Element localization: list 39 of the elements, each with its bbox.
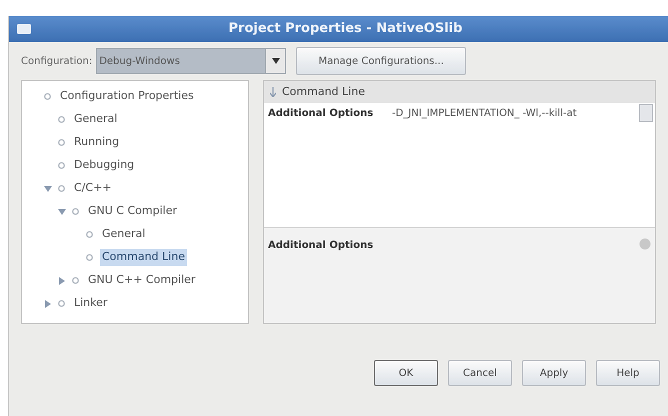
description-title: Additional Options <box>268 239 374 253</box>
configuration-dropdown[interactable]: Debug-Windows <box>96 48 286 74</box>
dropdown-arrow-icon <box>272 58 280 64</box>
node-bullet-icon <box>86 231 93 238</box>
dialog-button[interactable]: Apply <box>522 360 586 386</box>
tree-item[interactable]: GNU C++ Compiler <box>86 272 198 289</box>
node-bullet-icon <box>86 254 93 261</box>
tree-item[interactable]: General <box>72 111 120 128</box>
node-bullet-icon <box>58 139 65 146</box>
node-bullet-icon <box>72 277 79 284</box>
collapsed-triangle-icon[interactable] <box>44 300 52 308</box>
tree-item[interactable]: Linker <box>72 295 110 312</box>
node-bullet-icon <box>44 93 51 100</box>
dialog-button[interactable]: Help <box>596 360 660 386</box>
collapse-arrow-icon[interactable] <box>270 87 276 97</box>
window-title: Project Properties - NativeOSlib <box>228 20 464 38</box>
configuration-label: Configuration: <box>21 54 92 68</box>
node-bullet-icon <box>58 116 65 123</box>
expanded-triangle-icon[interactable] <box>44 184 52 192</box>
node-bullet-icon <box>58 162 65 169</box>
edit-ellipsis-button[interactable] <box>639 104 653 122</box>
tree-item[interactable]: C/C++ <box>72 180 114 197</box>
expanded-triangle-icon[interactable] <box>58 208 66 216</box>
dialog-button[interactable]: Cancel <box>448 360 512 386</box>
tree-item[interactable]: Debugging <box>72 157 136 174</box>
node-bullet-icon <box>58 300 65 307</box>
tree-item[interactable]: Configuration Properties <box>58 88 196 105</box>
node-bullet-icon <box>58 185 65 192</box>
collapsed-triangle-icon[interactable] <box>58 276 66 284</box>
tree-item[interactable]: GNU C Compiler <box>86 203 179 220</box>
property-value[interactable]: -D_JNI_IMPLEMENTATION_ -Wl,--kill-at <box>392 106 639 120</box>
tree-item[interactable]: Running <box>72 134 122 151</box>
property-name: Additional Options <box>268 106 374 120</box>
tree-item[interactable]: Command Line <box>100 249 187 266</box>
manage-configurations-button[interactable]: Manage Configurations... <box>296 47 466 75</box>
dialog-button[interactable]: OK <box>374 360 438 386</box>
section-title: Command Line <box>282 84 365 100</box>
node-bullet-icon <box>72 208 79 215</box>
tree-item[interactable]: General <box>100 226 148 243</box>
